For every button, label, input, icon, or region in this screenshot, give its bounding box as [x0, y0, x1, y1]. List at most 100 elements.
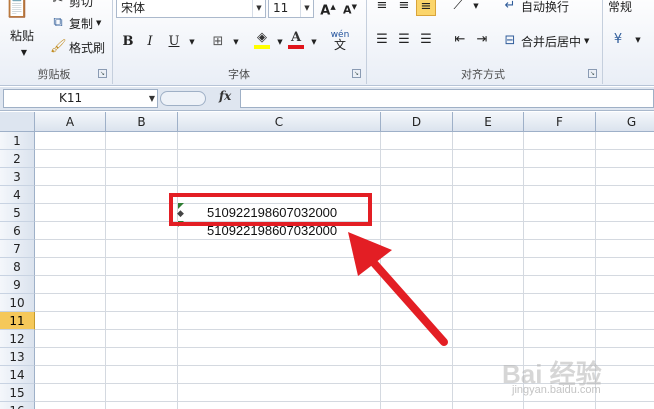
wrap-text-button[interactable]: ↵ 自动换行 — [502, 0, 569, 17]
formula-bar-splitter[interactable] — [160, 91, 206, 106]
gridline — [35, 149, 654, 150]
row-header[interactable]: 10 — [0, 294, 35, 312]
row-header[interactable]: 3 — [0, 168, 35, 186]
cut-button[interactable]: ✂ 剪切 — [50, 0, 93, 12]
copy-button[interactable]: ⧉ 复制 ▼ — [50, 12, 101, 34]
clipboard-group-label: 剪贴板 — [37, 68, 71, 81]
format-painter-button[interactable]: 🖌 格式刷 — [50, 36, 105, 58]
paint-bucket-icon: ◈ — [257, 30, 267, 45]
phonetic-guide-button[interactable]: wén 文 — [326, 30, 354, 51]
underline-dropdown[interactable]: ▼ — [182, 32, 202, 52]
name-box[interactable]: K11 ▼ — [3, 89, 158, 108]
chevron-down-icon: ▼ — [252, 0, 265, 17]
font-color-dropdown[interactable]: ▼ — [304, 32, 324, 52]
font-color-swatch — [288, 45, 304, 49]
name-box-value: K11 — [59, 91, 83, 105]
orientation-dropdown[interactable]: ▼ — [466, 0, 486, 16]
clipboard-launcher-icon[interactable]: ↘ — [98, 69, 107, 78]
merge-center-button[interactable]: ⊟ 合并后居中 ▼ — [502, 30, 590, 52]
row-header[interactable]: 12 — [0, 330, 35, 348]
formula-input[interactable] — [240, 89, 654, 108]
copy-label: 复制 — [69, 16, 94, 31]
bold-label: B — [122, 34, 134, 49]
column-header-f[interactable]: F — [524, 112, 596, 132]
border-icon[interactable]: ⊞ — [208, 32, 228, 52]
alignment-group-label: 对齐方式 — [461, 68, 505, 81]
row-header[interactable]: 14 — [0, 366, 35, 384]
wrap-text-label: 自动换行 — [521, 0, 570, 14]
font-launcher-icon[interactable]: ↘ — [352, 69, 361, 78]
merge-center-label: 合并后居中 — [521, 34, 582, 49]
border-dropdown[interactable]: ▼ — [226, 32, 246, 52]
increase-indent-icon[interactable]: ⇥ — [472, 30, 492, 50]
gridline — [105, 132, 106, 409]
column-header-e[interactable]: E — [453, 112, 524, 132]
font-name-value: 宋体 — [121, 1, 146, 15]
format-painter-label: 格式刷 — [69, 40, 106, 55]
number-format-select[interactable]: 常规 — [608, 0, 632, 17]
font-name-select[interactable]: 宋体 ▼ — [116, 0, 266, 18]
column-header-a[interactable]: A — [35, 112, 106, 132]
select-all-button[interactable] — [0, 112, 35, 132]
alignment-launcher-icon[interactable]: ↘ — [588, 69, 597, 78]
row-header[interactable]: 6 — [0, 222, 35, 240]
formula-bar: K11 ▼ fx — [0, 87, 654, 111]
column-header-b[interactable]: B — [106, 112, 178, 132]
row-header[interactable]: 16 — [0, 402, 35, 409]
fill-color-button[interactable]: ◈ — [252, 30, 272, 50]
decrease-indent-icon[interactable]: ⇤ — [450, 30, 470, 50]
chevron-down-icon: ▼ — [584, 37, 590, 45]
wrap-text-icon: ↵ — [504, 0, 516, 13]
row-header-selected[interactable]: 11 — [0, 312, 35, 330]
watermark-url: jingyan.baidu.com — [512, 384, 601, 396]
row-header[interactable]: 1 — [0, 132, 35, 150]
column-header-g[interactable]: G — [596, 112, 654, 132]
column-header-c[interactable]: C — [178, 112, 381, 132]
group-divider — [602, 0, 603, 84]
ribbon: 📋 粘贴 ▼ ✂ 剪切 ⧉ 复制 ▼ 🖌 格式刷 剪贴板 ↘ 宋体 ▼ 11 ▼… — [0, 0, 654, 86]
row-header[interactable]: 15 — [0, 384, 35, 402]
insert-function-button[interactable]: fx — [219, 89, 231, 103]
font-size-select[interactable]: 11 ▼ — [268, 0, 314, 18]
copy-icon: ⧉ — [53, 15, 63, 30]
underline-label: U — [168, 34, 180, 49]
shrink-font-button[interactable]: A▼ — [340, 0, 360, 17]
font-color-button[interactable]: A — [286, 30, 306, 50]
worksheet-grid[interactable]: A B C D E F G 1 2 3 4 5 6 7 8 9 10 11 12… — [0, 112, 654, 409]
gridline — [177, 132, 178, 409]
align-middle-icon[interactable]: ≡ — [394, 0, 414, 16]
align-top-icon[interactable]: ≡ — [372, 0, 392, 16]
underline-button[interactable]: U — [164, 32, 184, 52]
column-header-d[interactable]: D — [381, 112, 453, 132]
italic-label: I — [147, 34, 153, 49]
gridline — [35, 185, 654, 186]
row-header[interactable]: 9 — [0, 276, 35, 294]
italic-button[interactable]: I — [140, 32, 160, 52]
paste-dropdown[interactable]: ▼ — [16, 42, 32, 64]
font-group-label: 字体 — [228, 68, 250, 81]
paste-icon[interactable]: 📋 — [4, 0, 30, 20]
align-right-icon[interactable]: ☰ — [416, 30, 436, 50]
row-header[interactable]: 4 — [0, 186, 35, 204]
align-left-icon[interactable]: ☰ — [372, 30, 392, 50]
cut-label: 剪切 — [69, 0, 94, 9]
align-bottom-icon[interactable]: ≡ — [416, 0, 436, 16]
gridline — [35, 167, 654, 168]
font-size-value: 11 — [273, 1, 289, 15]
row-header[interactable]: 8 — [0, 258, 35, 276]
currency-format-dropdown[interactable]: ▼ — [628, 30, 648, 50]
highlight-box — [169, 193, 372, 226]
row-header[interactable]: 13 — [0, 348, 35, 366]
bold-button[interactable]: B — [118, 32, 138, 52]
row-header[interactable]: 7 — [0, 240, 35, 258]
arrow-head — [348, 232, 392, 276]
align-center-icon[interactable]: ☰ — [394, 30, 414, 50]
paste-label: 粘贴 — [10, 28, 35, 43]
brush-icon: 🖌 — [50, 39, 67, 54]
currency-format-icon[interactable]: ¥ — [608, 30, 628, 50]
row-header[interactable]: 2 — [0, 150, 35, 168]
orientation-icon[interactable]: ⟋ — [448, 0, 468, 16]
grow-font-button[interactable]: A▲ — [318, 0, 338, 18]
merge-cells-icon: ⊟ — [504, 33, 516, 48]
row-header[interactable]: 5 — [0, 204, 35, 222]
